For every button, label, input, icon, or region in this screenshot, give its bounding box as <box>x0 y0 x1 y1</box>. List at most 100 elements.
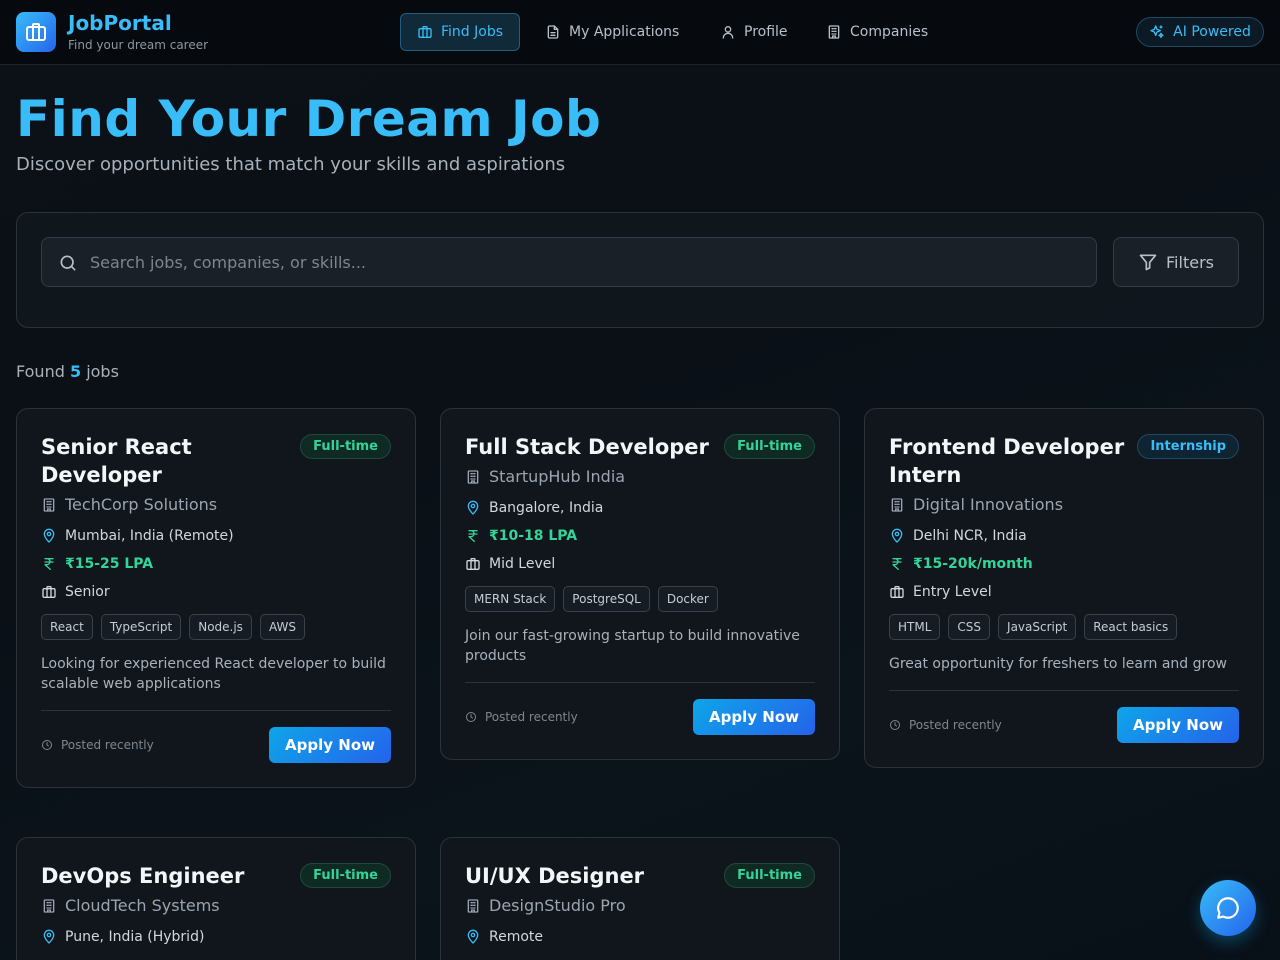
job-title[interactable]: Full Stack Developer <box>465 433 715 461</box>
skills-list: React TypeScript Node.js AWS <box>41 614 391 640</box>
building-icon <box>467 469 479 484</box>
skill-tag: Docker <box>657 586 718 612</box>
job-card[interactable]: Full Stack Developer Full-time StartupHu… <box>440 408 840 760</box>
brand-tagline: Find your dream career <box>68 38 209 52</box>
skill-tag: PostgreSQL <box>563 586 650 612</box>
location-row: Mumbai, India (Remote) <box>41 528 391 544</box>
brand-name[interactable]: JobPortal <box>68 11 172 35</box>
top-navbar: JobPortal Find your dream career Find Jo… <box>0 0 1280 65</box>
page-subtitle: Discover opportunities that match your s… <box>16 154 566 175</box>
nav-profile[interactable]: Profile <box>703 13 805 51</box>
filters-button[interactable]: Filters <box>1113 237 1239 287</box>
skill-tag: HTML <box>889 614 941 640</box>
apply-now-button[interactable]: Apply Now <box>693 699 815 735</box>
nav-companies[interactable]: Companies <box>809 13 945 51</box>
briefcase-icon <box>890 586 904 598</box>
job-level: Senior <box>65 584 110 600</box>
map-pin-icon <box>467 929 479 944</box>
level-row: Entry Level <box>889 584 1239 600</box>
results-suffix: jobs <box>86 362 119 381</box>
chat-button[interactable] <box>1200 880 1256 936</box>
chat-bubble-icon <box>1217 897 1239 919</box>
job-location: Remote <box>489 929 544 945</box>
job-location: Pune, India (Hybrid) <box>65 929 205 945</box>
company-row: CloudTech Systems <box>41 896 391 915</box>
sparkles-icon <box>1150 25 1164 38</box>
rupee-icon <box>468 530 478 542</box>
nav-label: Find Jobs <box>441 24 504 40</box>
job-title[interactable]: DevOps Engineer <box>41 862 291 890</box>
company-name: CloudTech Systems <box>65 896 220 915</box>
ai-badge-label: AI Powered <box>1173 24 1251 40</box>
results-prefix: Found <box>16 362 65 381</box>
nav-find-jobs[interactable]: Find Jobs <box>400 13 521 51</box>
results-number: 5 <box>69 362 82 381</box>
job-card[interactable]: DevOps Engineer Full-time CloudTech Syst… <box>16 837 416 960</box>
job-location: Bangalore, India <box>489 500 604 516</box>
building-icon <box>828 25 840 39</box>
company-row: TechCorp Solutions <box>41 495 391 514</box>
search-box[interactable] <box>41 237 1097 287</box>
document-icon <box>547 25 559 39</box>
map-pin-icon <box>891 528 903 543</box>
map-pin-icon <box>467 500 479 515</box>
company-name: DesignStudio Pro <box>489 896 626 915</box>
briefcase-logo-icon[interactable] <box>16 12 56 52</box>
skill-tag: CSS <box>948 614 991 640</box>
job-description: Join our fast-growing startup to build i… <box>465 628 800 664</box>
job-card[interactable]: Frontend Developer Intern Internship Dig… <box>864 408 1264 768</box>
job-card[interactable]: Senior React Developer Full-time TechCor… <box>16 408 416 788</box>
job-location: Mumbai, India (Remote) <box>65 528 234 544</box>
company-name: Digital Innovations <box>913 495 1064 514</box>
nav-my-applications[interactable]: My Applications <box>528 13 696 51</box>
briefcase-icon <box>418 26 432 38</box>
card-footer: Posted recently Apply Now <box>889 690 1239 743</box>
building-icon <box>891 497 903 512</box>
skill-tag: JavaScript <box>998 614 1077 640</box>
job-description: Looking for experienced React developer … <box>41 656 386 692</box>
building-icon <box>43 898 55 913</box>
rupee-icon <box>892 558 902 570</box>
job-type-badge: Internship <box>1137 434 1239 459</box>
nav-label: Companies <box>850 24 929 40</box>
job-type-badge: Full-time <box>300 863 391 888</box>
apply-now-button[interactable]: Apply Now <box>269 727 391 763</box>
job-type-badge: Full-time <box>724 434 815 459</box>
skill-tag: AWS <box>259 614 305 640</box>
posted-label: Posted recently <box>485 710 578 724</box>
page-title: Find Your Dream Job <box>16 90 602 148</box>
posted-label: Posted recently <box>909 718 1002 732</box>
ai-powered-badge: AI Powered <box>1136 17 1264 47</box>
apply-now-button[interactable]: Apply Now <box>1117 707 1239 743</box>
building-icon <box>43 497 55 512</box>
search-icon <box>60 255 76 271</box>
company-row: Digital Innovations <box>889 495 1239 514</box>
building-icon <box>467 898 479 913</box>
job-salary: ₹10-18 LPA <box>489 528 578 544</box>
salary-row: ₹10-18 LPA <box>465 528 815 544</box>
job-type-badge: Full-time <box>724 863 815 888</box>
job-title[interactable]: Senior React Developer <box>41 433 291 489</box>
skill-tag: MERN Stack <box>465 586 556 612</box>
job-title[interactable]: Frontend Developer Intern <box>889 433 1137 489</box>
card-footer: Posted recently Apply Now <box>465 682 815 735</box>
job-location: Delhi NCR, India <box>913 528 1027 544</box>
job-title[interactable]: UI/UX Designer <box>465 862 715 890</box>
location-row: Delhi NCR, India <box>889 528 1239 544</box>
job-level: Mid Level <box>489 556 556 572</box>
job-salary: ₹15-25 LPA <box>65 556 154 572</box>
company-name: TechCorp Solutions <box>65 495 218 514</box>
results-count: Found 5 jobs <box>16 362 119 381</box>
location-row: Pune, India (Hybrid) <box>41 929 391 945</box>
nav-label: Profile <box>744 24 788 40</box>
skills-list: HTML CSS JavaScript React basics <box>889 614 1239 640</box>
map-pin-icon <box>43 929 55 944</box>
search-input[interactable] <box>90 238 1090 286</box>
posted-label: Posted recently <box>61 738 154 752</box>
job-card[interactable]: UI/UX Designer Full-time DesignStudio Pr… <box>440 837 840 960</box>
level-row: Senior <box>41 584 391 600</box>
company-row: DesignStudio Pro <box>465 896 815 915</box>
filter-icon <box>1139 254 1157 271</box>
job-salary: ₹15-20k/month <box>913 556 1033 572</box>
posted-info: Posted recently <box>889 718 1002 732</box>
